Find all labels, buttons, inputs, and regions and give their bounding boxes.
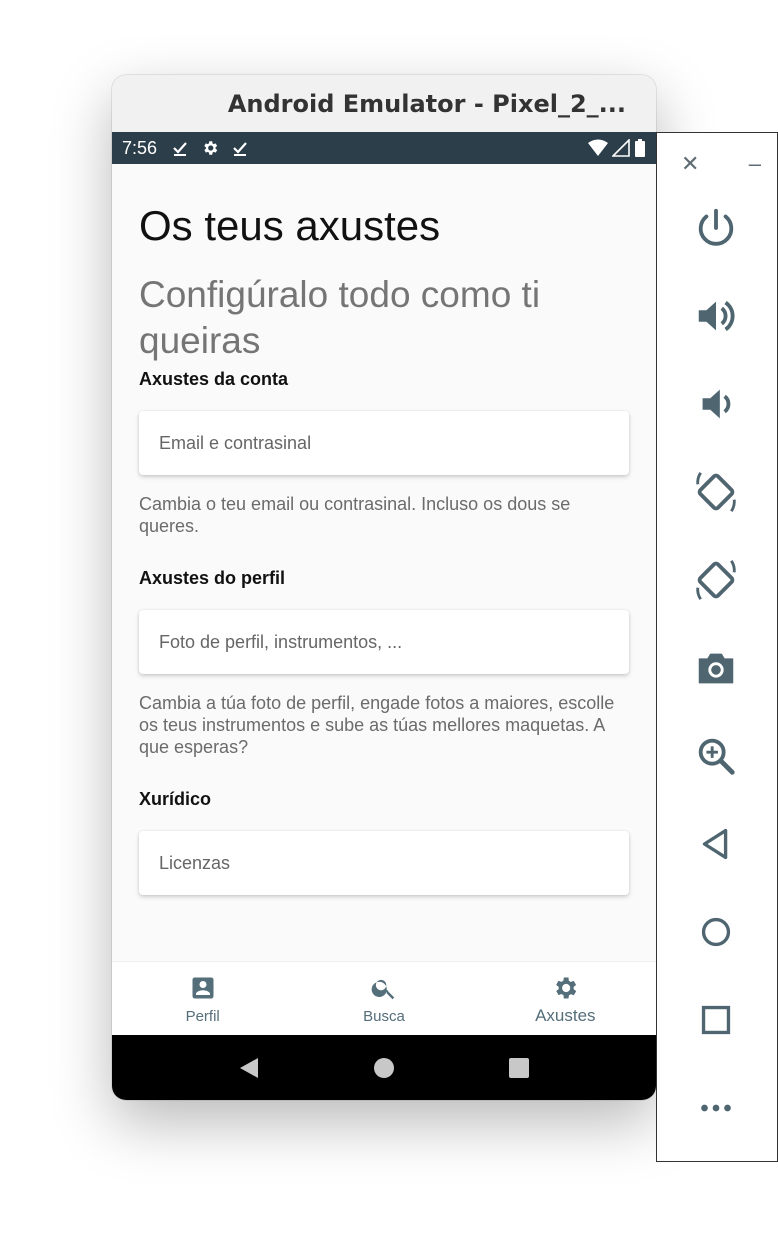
section-title-legal: Xurídico — [139, 789, 212, 809]
volume-up-button[interactable] — [687, 287, 745, 345]
more-button[interactable] — [687, 1079, 745, 1137]
nav-label-search: Busca — [363, 1008, 405, 1025]
account-box-icon — [192, 977, 214, 999]
status-time: 7:56 — [122, 137, 158, 158]
page-subtitle: Configúralo todo como ti queiras — [139, 274, 541, 361]
zoom-button[interactable] — [687, 727, 745, 785]
volume-down-icon — [702, 389, 731, 419]
section-title-profile: Axustes do perfil — [139, 568, 286, 588]
back-icon — [702, 828, 728, 860]
back-button[interactable] — [687, 815, 745, 873]
rotate-right-icon — [696, 560, 736, 600]
close-icon[interactable]: ✕ — [681, 151, 699, 177]
rotate-right-button[interactable] — [687, 551, 745, 609]
nav-item-search[interactable]: Busca — [293, 962, 474, 1035]
profile-description: Cambia a túa foto de perfil, engade foto… — [139, 693, 615, 757]
search-icon — [371, 979, 395, 1000]
system-navigation-bar — [112, 1035, 656, 1100]
signal-icon — [612, 139, 630, 157]
bottom-navigation: Perfil Busca Axustes — [112, 961, 656, 1035]
home-button[interactable] — [687, 903, 745, 961]
nav-label-settings: Axustes — [535, 1006, 596, 1025]
more-icon — [701, 1104, 731, 1112]
settings-status-icon — [201, 139, 219, 157]
power-button[interactable] — [687, 199, 745, 257]
status-bar: 7:56 — [112, 132, 656, 164]
overview-icon — [701, 1005, 731, 1035]
zoom-in-icon — [698, 738, 735, 775]
back-triangle-icon[interactable] — [238, 1056, 260, 1080]
account-description: Cambia o teu email ou contrasinal. Inclu… — [139, 494, 571, 536]
gear-icon — [556, 977, 577, 999]
rotate-left-icon — [696, 472, 736, 512]
download-done-icon — [171, 139, 189, 157]
battery-icon — [635, 139, 645, 157]
overview-button[interactable] — [687, 991, 745, 1049]
page-title: Os teus axustes — [139, 202, 441, 249]
minimize-icon[interactable]: – — [749, 151, 761, 177]
power-icon — [698, 208, 734, 246]
home-icon — [701, 917, 731, 947]
wifi-icon — [588, 139, 608, 156]
rotate-left-button[interactable] — [687, 463, 745, 521]
window-title: Android Emulator - Pixel_2_... — [112, 75, 656, 132]
download-done-icon — [231, 139, 249, 157]
licenses-card[interactable]: Licenzas — [139, 831, 629, 895]
profile-settings-card[interactable]: Foto de perfil, instrumentos, ... — [139, 610, 629, 674]
nav-item-profile[interactable]: Perfil — [112, 962, 293, 1035]
nav-label-profile: Perfil — [185, 1008, 220, 1025]
screenshot-button[interactable] — [687, 639, 745, 697]
home-circle-icon[interactable] — [372, 1056, 396, 1080]
volume-down-button[interactable] — [687, 375, 745, 433]
recents-square-icon[interactable] — [508, 1057, 530, 1079]
nav-item-settings[interactable]: Axustes — [475, 962, 656, 1035]
section-title-account: Axustes da conta — [139, 369, 289, 389]
camera-icon — [698, 653, 734, 684]
device-screen: 7:56 Os teus axustes Configúralo todo co… — [112, 132, 656, 1100]
email-password-card[interactable]: Email e contrasinal — [139, 411, 629, 475]
emulator-side-panel: ✕ – — [656, 132, 778, 1162]
volume-up-icon — [698, 301, 735, 331]
status-icons — [588, 139, 646, 157]
emulator-window: Android Emulator - Pixel_2_... 7:56 Os t… — [112, 75, 656, 1100]
